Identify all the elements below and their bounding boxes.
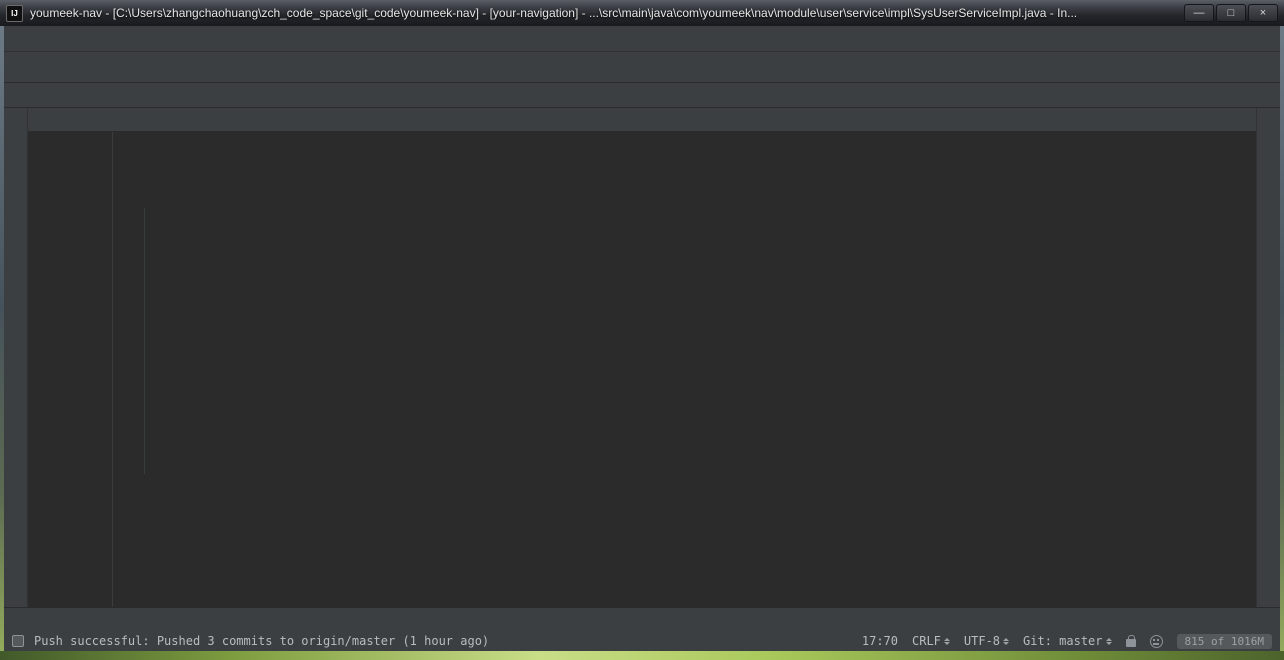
minimize-button[interactable]: — bbox=[1184, 4, 1214, 22]
bottom-toolwindow-bar bbox=[4, 607, 1280, 631]
updown-icon bbox=[1106, 638, 1112, 645]
readonly-lock-icon[interactable] bbox=[1126, 639, 1136, 647]
git-branch-selector[interactable]: Git: master bbox=[1023, 634, 1111, 648]
gutter-separator bbox=[112, 132, 113, 607]
updown-icon bbox=[1003, 638, 1009, 645]
main-area bbox=[4, 108, 1280, 607]
close-button[interactable]: × bbox=[1248, 4, 1278, 22]
title-bar: IJ youmeek-nav - [C:\Users\zhangchaohuan… bbox=[0, 0, 1284, 26]
window-title: youmeek-nav - [C:\Users\zhangchaohuang\z… bbox=[30, 6, 1171, 20]
main-toolbar bbox=[4, 52, 1280, 83]
window-frame-bottom bbox=[0, 651, 1284, 660]
line-ending-selector[interactable]: CRLF bbox=[912, 634, 950, 648]
code-area[interactable] bbox=[28, 132, 1256, 607]
maximize-button[interactable]: □ bbox=[1216, 4, 1246, 22]
right-toolwindow-stripe bbox=[1256, 108, 1280, 607]
toolwindow-toggle-icon[interactable] bbox=[12, 635, 24, 647]
status-bar: Push successful: Pushed 3 commits to ori… bbox=[4, 631, 1280, 651]
status-message[interactable]: Push successful: Pushed 3 commits to ori… bbox=[34, 634, 489, 648]
highlighting-level-icon[interactable] bbox=[1150, 635, 1163, 648]
encoding-selector[interactable]: UTF-8 bbox=[964, 634, 1009, 648]
menu-bar bbox=[4, 26, 1280, 52]
ide-window: IJ youmeek-nav - [C:\Users\zhangchaohuan… bbox=[0, 0, 1284, 660]
app-logo-icon: IJ bbox=[6, 5, 23, 22]
editor bbox=[28, 108, 1256, 607]
breadcrumb bbox=[4, 83, 1280, 108]
indent-guide bbox=[144, 208, 145, 474]
memory-indicator[interactable]: 815 of 1016M bbox=[1177, 634, 1272, 649]
editor-tabs bbox=[28, 108, 1256, 132]
updown-icon bbox=[944, 638, 950, 645]
caret-position[interactable]: 17:70 bbox=[862, 634, 898, 648]
left-toolwindow-stripe bbox=[4, 108, 28, 607]
window-frame-right bbox=[1280, 26, 1284, 651]
